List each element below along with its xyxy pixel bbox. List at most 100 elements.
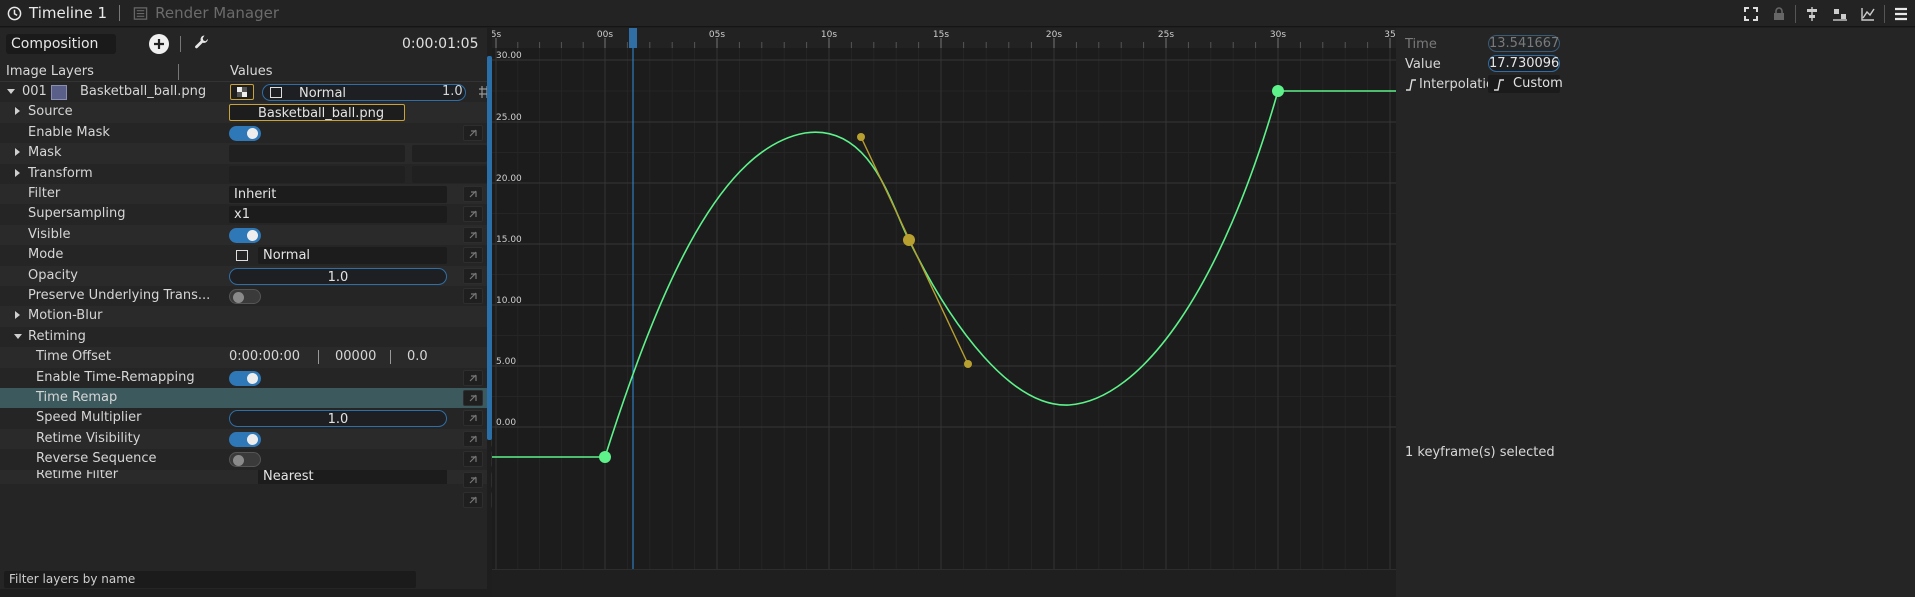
time-tick-label: 05s: [709, 30, 725, 40]
preserve-row: Preserve Underlying Trans...: [0, 286, 487, 306]
retime-filter-select[interactable]: Nearest: [258, 469, 447, 484]
toolbar-divider: [1795, 4, 1796, 23]
render-icon: [132, 5, 149, 22]
composition-selector[interactable]: Composition: [6, 34, 116, 54]
lock-view-icon[interactable]: [1767, 2, 1791, 26]
link-icon[interactable]: [463, 124, 483, 141]
preserve-toggle[interactable]: [229, 289, 261, 304]
filter-value: Inherit: [234, 187, 277, 202]
link-icon[interactable]: [463, 410, 483, 427]
link-icon[interactable]: [463, 369, 483, 386]
time-remap-row[interactable]: Time Remap: [0, 388, 545, 409]
expand-arrow-icon[interactable]: [7, 89, 15, 94]
transform-row[interactable]: Transform: [0, 164, 487, 184]
distribute-icon[interactable]: [1828, 2, 1852, 26]
opacity-label: Opacity: [28, 267, 79, 283]
layer-opacity-value[interactable]: 1.0: [442, 84, 463, 99]
link-icon[interactable]: [463, 492, 483, 508]
reverse-sequence-label: Reverse Sequence: [36, 451, 157, 467]
link-icon[interactable]: [463, 226, 483, 243]
link-icon[interactable]: [463, 186, 483, 202]
motion-blur-row[interactable]: Motion-Blur: [0, 306, 487, 327]
tangent-in-handle[interactable]: [857, 133, 865, 141]
mask-row[interactable]: Mask: [0, 143, 487, 164]
expand-arrow-icon[interactable]: [15, 107, 20, 116]
expand-arrow-icon[interactable]: [15, 168, 20, 177]
time-field[interactable]: 13.541667: [1488, 35, 1560, 52]
enable-mask-toggle[interactable]: [229, 125, 261, 141]
reverse-sequence-toggle[interactable]: [229, 452, 261, 468]
visible-label: Visible: [28, 226, 71, 242]
link-icon[interactable]: [463, 247, 483, 264]
add-layer-button[interactable]: [149, 34, 169, 54]
opacity-row: Opacity 1.0: [0, 265, 576, 286]
align-icon[interactable]: [1800, 2, 1824, 26]
transform-field-2[interactable]: [412, 165, 487, 183]
divider: [318, 350, 319, 365]
keyframe-start[interactable]: [599, 451, 611, 463]
expand-arrow-icon[interactable]: [15, 311, 20, 320]
current-timecode[interactable]: 0:00:01:05: [402, 36, 479, 52]
supersampling-row: Supersampling x1: [0, 204, 487, 224]
transform-label: Transform: [28, 165, 93, 181]
value-tick-label: 25.00: [496, 113, 522, 123]
time-offset-frames[interactable]: 00000: [335, 349, 376, 364]
retime-visibility-toggle[interactable]: [229, 431, 261, 447]
mode-select[interactable]: Normal: [258, 247, 447, 265]
retiming-row[interactable]: Retiming: [0, 327, 487, 347]
layer-color-swatch[interactable]: [51, 85, 67, 100]
time-offset-timecode[interactable]: 0:00:00:00: [229, 349, 300, 364]
playhead-handle[interactable]: [629, 28, 637, 48]
value-field[interactable]: 17.730096: [1488, 55, 1560, 72]
toolbar-right: [1739, 0, 1913, 27]
collapse-arrow-icon[interactable]: [14, 333, 22, 339]
retime-filter-row: Retime Filter Nearest: [0, 469, 487, 484]
composition-bar: Composition 0:00:01:05 00029: [0, 28, 579, 62]
value-tick-label: 30.00: [496, 51, 522, 61]
transform-field[interactable]: [229, 165, 405, 183]
mask-field[interactable]: [229, 145, 405, 163]
link-icon[interactable]: [463, 451, 483, 468]
supersampling-value: x1: [234, 207, 250, 223]
graph-editor-icon[interactable]: [1856, 2, 1880, 26]
time-value: 13.541667: [1489, 36, 1560, 51]
value-tick-label: 0.00: [496, 418, 516, 428]
graph-editor[interactable]: 5s 00s 05s 10s 15s 20s 25s 30s 35 30.00 25.00 20.0…: [492, 28, 1396, 569]
wrench-icon[interactable]: [194, 34, 212, 52]
layer-name[interactable]: Basketball_ball.png: [80, 84, 206, 99]
expand-arrow-icon[interactable]: [15, 148, 20, 157]
speed-multiplier-slider[interactable]: 1.0: [229, 410, 447, 428]
enable-time-remap-row: Enable Time-Remapping: [0, 368, 487, 388]
keyframe-end[interactable]: [1272, 85, 1284, 97]
selected-keyframe[interactable]: [903, 234, 915, 246]
graph-canvas[interactable]: 5s 00s 05s 10s 15s 20s 25s 30s 35 30.00 25.00 20.0…: [492, 28, 1396, 569]
filter-layers-input[interactable]: Filter layers by name: [4, 571, 416, 588]
time-tick-label: 25s: [1158, 30, 1174, 40]
enable-time-remap-label: Enable Time-Remapping: [36, 369, 195, 385]
checker-icon[interactable]: [230, 84, 254, 100]
link-icon[interactable]: [463, 206, 483, 223]
layer-blend-mode[interactable]: Normal: [262, 84, 466, 101]
supersampling-select[interactable]: x1: [229, 206, 447, 224]
visible-toggle[interactable]: [229, 227, 261, 243]
divider: [390, 350, 391, 365]
link-icon[interactable]: [463, 390, 483, 406]
opacity-slider[interactable]: 1.0: [229, 267, 447, 285]
time-offset-seconds[interactable]: 0.0: [407, 349, 428, 364]
tab-timeline[interactable]: Timeline 1: [0, 0, 113, 27]
link-icon[interactable]: [463, 430, 483, 447]
link-icon[interactable]: [463, 471, 483, 488]
source-field[interactable]: Basketball_ball.png: [229, 104, 405, 122]
tab-render-manager[interactable]: Render Manager: [126, 0, 285, 27]
source-row[interactable]: Source Basketball_ball.png: [0, 102, 487, 123]
tangent-out-handle[interactable]: [964, 360, 972, 368]
fit-view-icon[interactable]: [1739, 2, 1763, 26]
enable-time-remap-toggle[interactable]: [229, 370, 261, 386]
link-icon[interactable]: [463, 288, 483, 304]
value-value: 17.730096: [1489, 56, 1560, 71]
mask-field-2[interactable]: [412, 145, 487, 163]
filter-select[interactable]: Inherit: [229, 186, 447, 203]
layer-row[interactable]: 001 Basketball_ball.png Normal 1.0: [0, 82, 491, 103]
link-icon[interactable]: [463, 267, 483, 284]
menu-icon[interactable]: [1889, 2, 1913, 26]
